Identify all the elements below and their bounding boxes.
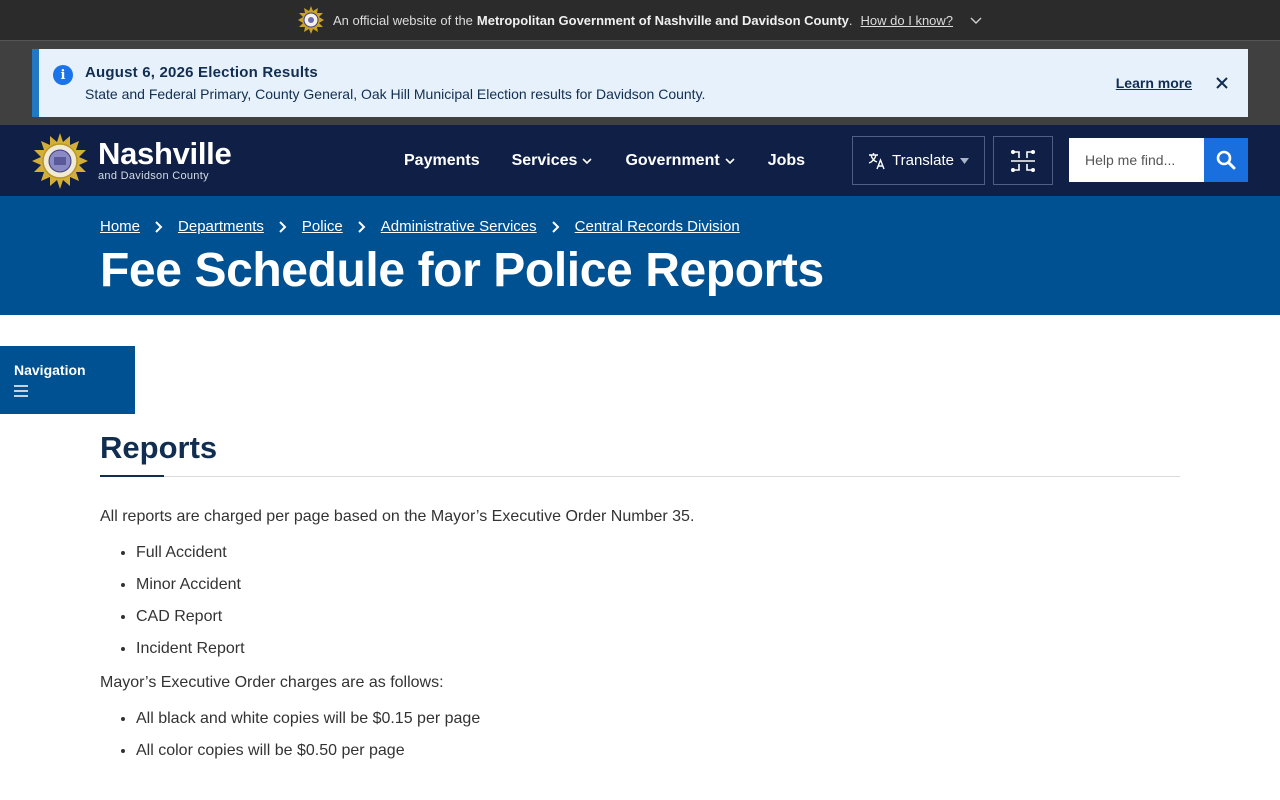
list-item: All color copies will be $0.50 per page [136,741,1180,760]
intro-paragraph: All reports are charged per page based o… [100,508,695,525]
page-hero: Home Departments Police Administrative S… [0,196,1280,315]
nav-jobs[interactable]: Jobs [768,152,805,170]
chevron-right-icon [155,220,163,233]
info-icon: i [53,65,73,85]
list-item: CAD Report [136,607,1180,626]
logo-subtitle: and Davidson County [98,170,209,182]
nav-government[interactable]: Government [625,152,735,170]
menu-icon [14,385,28,397]
breadcrumb-home[interactable]: Home [100,218,140,235]
heading-divider [100,475,1180,477]
translate-icon [868,152,885,169]
main-nav: Payments Services Government Jobs [404,125,805,196]
charges-intro: Mayor’s Executive Order charges are as f… [100,674,444,691]
chevron-right-icon [358,220,366,233]
official-prefix: An official website of the [332,12,473,28]
list-item: Incident Report [136,639,1180,658]
learn-more-link[interactable]: Learn more [1116,75,1192,91]
election-alert: i August 6, 2026 Election Results State … [32,49,1248,117]
breadcrumb-administrative-services[interactable]: Administrative Services [381,218,537,235]
chevron-down-icon [582,157,593,164]
how-do-i-know-link[interactable]: How do I know? [861,13,954,28]
main-content: Reports All reports are charged per page… [100,430,1180,773]
breadcrumb-police[interactable]: Police [302,218,343,235]
breadcrumb-central-records[interactable]: Central Records Division [575,218,740,235]
section-heading: Reports [100,430,218,465]
list-item: Full Accident [136,543,1180,562]
circuit-icon [1011,149,1035,172]
alert-title: August 6, 2026 Election Results [85,64,318,81]
chevron-right-icon [279,220,287,233]
logo-name: Nashville [98,136,232,171]
translate-label: Translate [892,152,954,169]
chevron-right-icon [551,220,560,233]
nashville-seal-icon [32,132,88,189]
translate-button[interactable]: Translate [852,136,985,185]
chevron-down-icon [725,157,735,164]
list-item: Minor Accident [136,575,1180,594]
search-input[interactable] [1069,138,1204,182]
caret-down-icon [959,157,969,164]
chevron-down-icon[interactable] [969,13,983,27]
search-icon [1216,150,1236,170]
nashville-seal-icon [297,6,325,34]
search-button[interactable] [1204,138,1248,182]
page-title: Fee Schedule for Police Reports [100,244,824,297]
nav-payments[interactable]: Payments [404,152,480,170]
alert-region: i August 6, 2026 Election Results State … [0,41,1280,125]
charges-list: All black and white copies will be $0.15… [136,709,1180,760]
official-org: Metropolitan Government of Nashville and… [476,12,849,28]
report-types-list: Full Accident Minor Accident CAD Report … [136,543,1180,658]
list-item: All black and white copies will be $0.15… [136,709,1180,728]
official-banner: An official website of the Metropolitan … [0,0,1280,41]
breadcrumb: Home Departments Police Administrative S… [100,218,1180,235]
alert-body: State and Federal Primary, County Genera… [85,86,706,102]
site-header: Nashville and Davidson County Payments S… [0,125,1280,196]
close-icon[interactable] [1214,75,1230,91]
breadcrumb-departments[interactable]: Departments [178,218,264,235]
side-nav-label: Navigation [14,362,86,378]
nav-services[interactable]: Services [512,152,594,170]
side-navigation-button[interactable]: Navigation [0,346,135,414]
digital-services-button[interactable] [993,136,1053,185]
site-logo[interactable]: Nashville and Davidson County [32,132,232,189]
